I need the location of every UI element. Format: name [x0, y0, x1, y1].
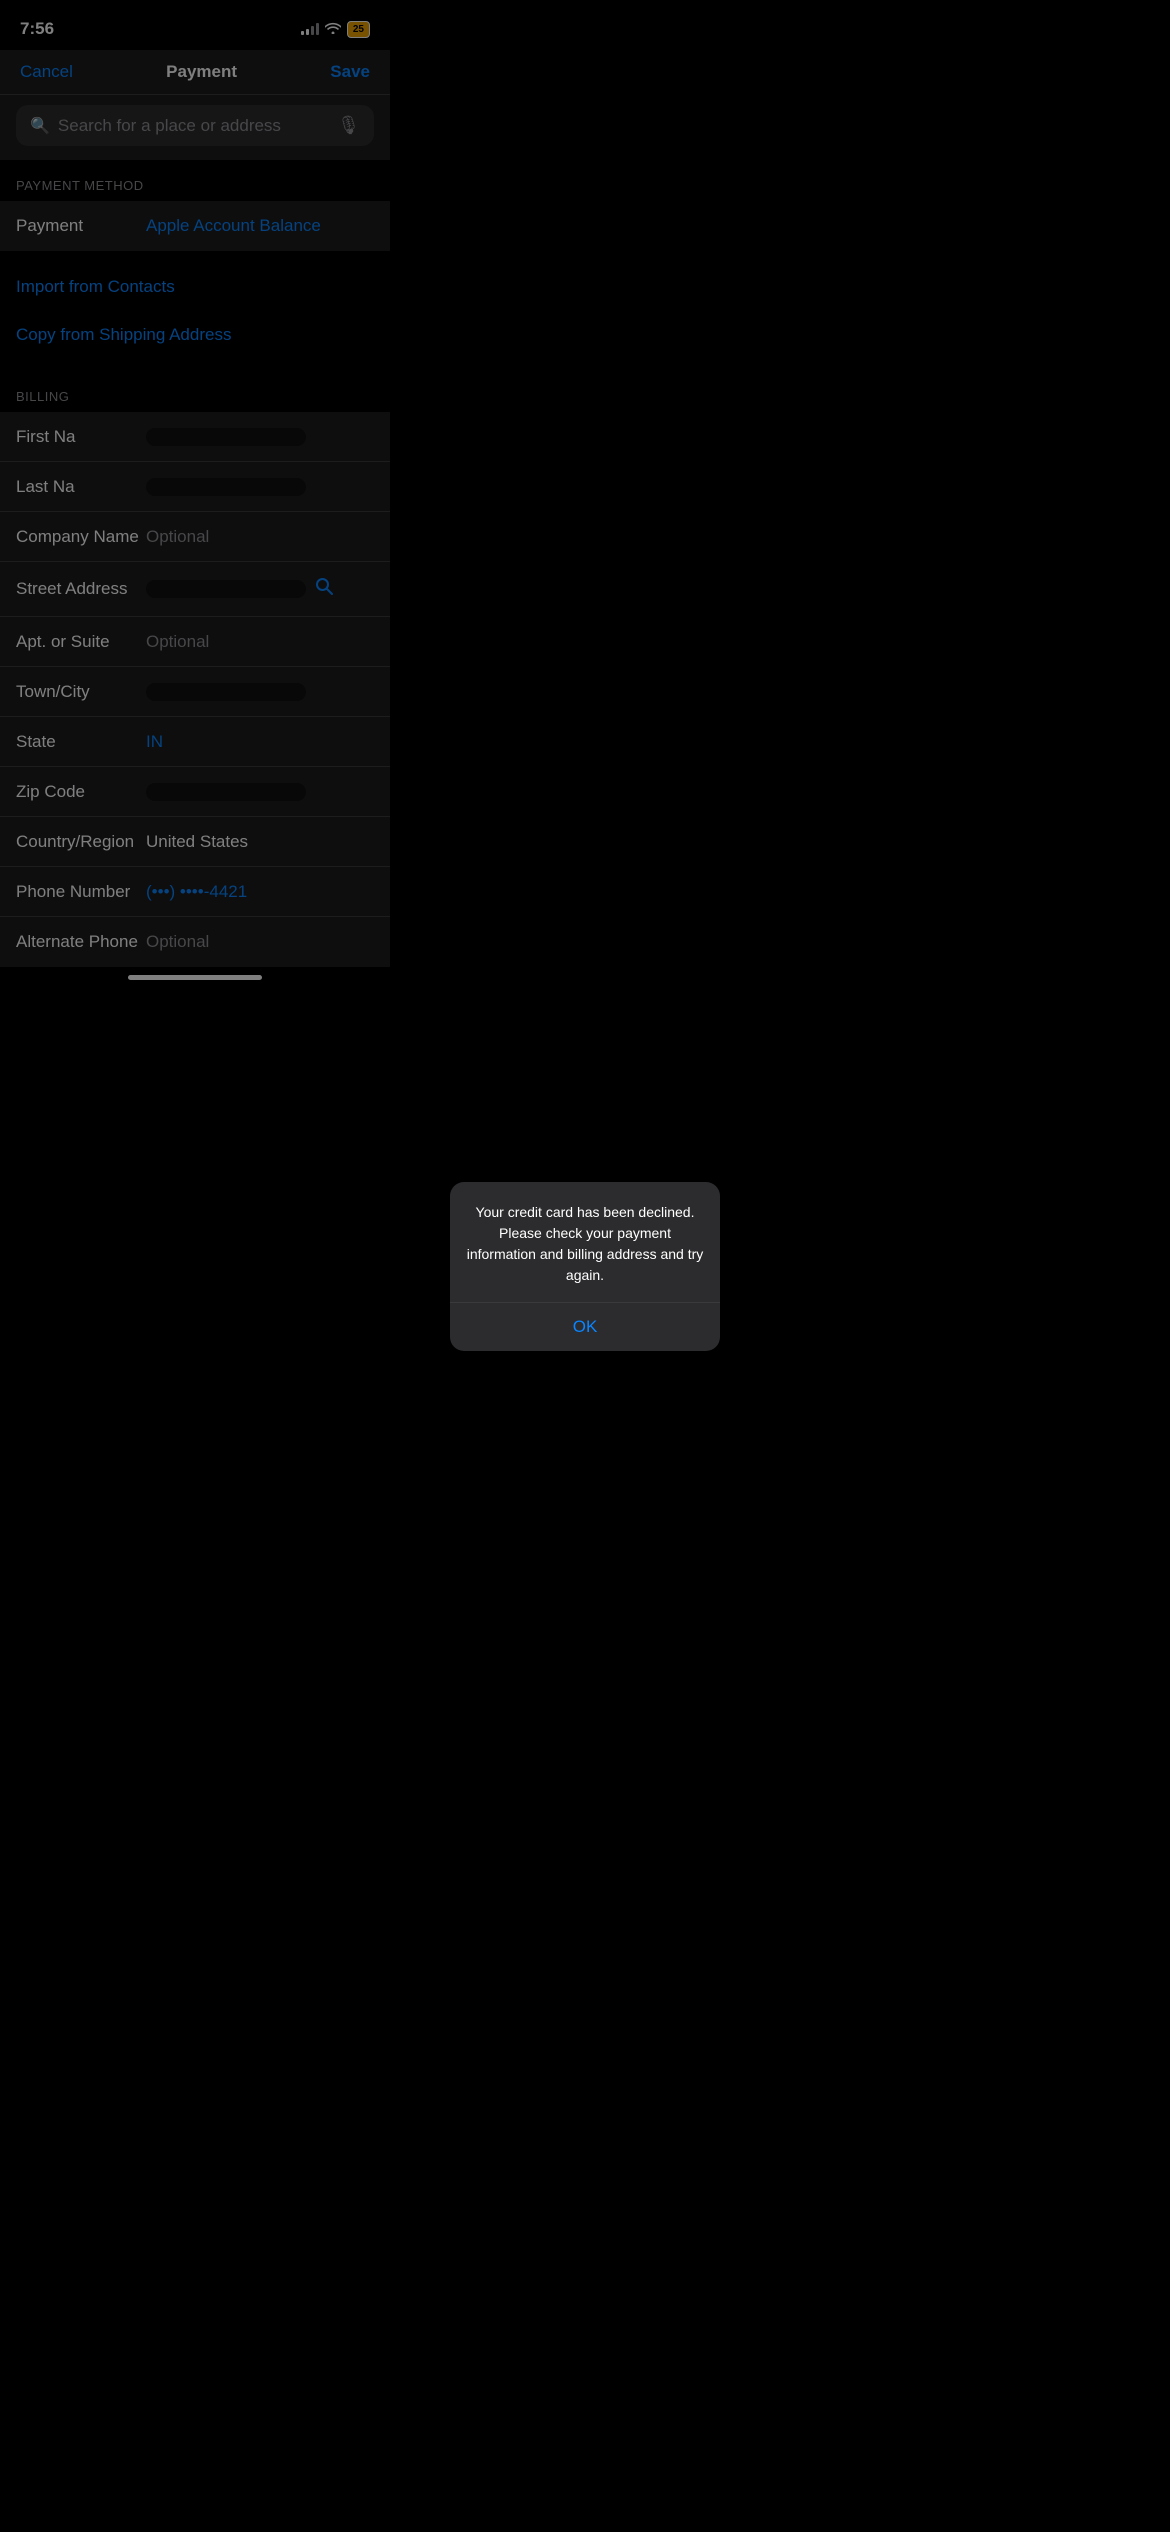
alert-dialog: Your credit card has been declined. Plea…: [450, 1182, 720, 1351]
alert-ok-label: OK: [573, 1317, 598, 1336]
alert-ok-button[interactable]: OK: [450, 1303, 720, 1351]
alert-overlay: Your credit card has been declined. Plea…: [0, 0, 1170, 2532]
alert-message: Your credit card has been declined. Plea…: [466, 1202, 704, 1286]
alert-content: Your credit card has been declined. Plea…: [450, 1182, 720, 1302]
